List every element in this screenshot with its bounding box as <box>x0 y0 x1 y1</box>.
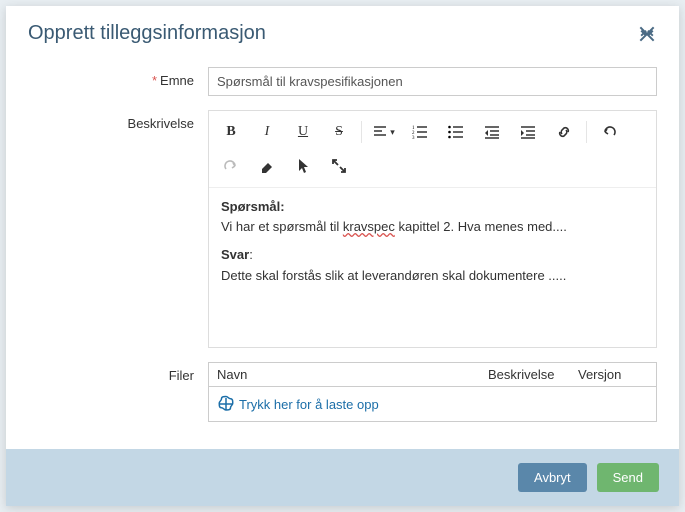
toolbar-separator <box>586 121 587 143</box>
svg-text:3: 3 <box>412 136 415 139</box>
subject-row: *Emne <box>28 67 657 96</box>
indent-button[interactable] <box>510 117 546 147</box>
italic-button[interactable]: I <box>249 117 285 147</box>
fullscreen-button[interactable] <box>321 151 357 181</box>
strike-button[interactable]: S <box>321 117 357 147</box>
answer-text: Dette skal forstås slik at leverandøren … <box>221 267 644 285</box>
description-row: Beskrivelse B I U S ▾ 123 <box>28 110 657 348</box>
col-version: Versjon <box>578 367 648 382</box>
upload-text: Trykk her for å laste opp <box>239 397 379 412</box>
align-button[interactable]: ▾ <box>366 117 402 147</box>
description-label: Beskrivelse <box>28 110 208 131</box>
undo-icon <box>601 124 617 140</box>
modal-header: Opprett tilleggsinformasjon <box>6 6 679 57</box>
link-button[interactable] <box>546 117 582 147</box>
editor-content[interactable]: Spørsmål: Vi har et spørsmål til kravspe… <box>209 187 656 347</box>
upload-button[interactable]: Trykk her for å laste opp <box>209 387 656 421</box>
unordered-list-button[interactable] <box>438 117 474 147</box>
question-text: Vi har et spørsmål til kravspec kapittel… <box>221 218 644 236</box>
files-label: Filer <box>28 362 208 383</box>
outdent-icon <box>484 125 500 139</box>
cancel-button[interactable]: Avbryt <box>518 463 587 492</box>
add-icon <box>217 395 235 413</box>
ordered-list-button[interactable]: 123 <box>402 117 438 147</box>
file-table: Navn Beskrivelse Versjon Trykk her for å… <box>208 362 657 422</box>
col-name: Navn <box>217 367 488 382</box>
unordered-list-icon <box>448 125 464 139</box>
indent-icon <box>520 125 536 139</box>
redo-button[interactable] <box>213 151 249 181</box>
toolbar-separator <box>361 121 362 143</box>
modal-footer: Avbryt Send <box>6 449 679 506</box>
eraser-icon <box>259 159 275 173</box>
rich-text-editor: B I U S ▾ 123 <box>208 110 657 348</box>
files-row: Filer Navn Beskrivelse Versjon Trykk her… <box>28 362 657 422</box>
link-icon <box>556 124 572 140</box>
align-left-icon <box>373 125 389 139</box>
modal-dialog: Opprett tilleggsinformasjon *Emne Beskri… <box>6 6 679 506</box>
file-table-header: Navn Beskrivelse Versjon <box>209 363 656 387</box>
ordered-list-icon: 123 <box>412 125 428 139</box>
expand-icon <box>332 159 346 173</box>
cursor-button[interactable] <box>285 151 321 181</box>
send-button[interactable]: Send <box>597 463 659 492</box>
outdent-button[interactable] <box>474 117 510 147</box>
modal-body: *Emne Beskrivelse B I U S ▾ <box>6 57 679 449</box>
undo-button[interactable] <box>591 117 627 147</box>
modal-title: Opprett tilleggsinformasjon <box>28 22 266 45</box>
question-label: Spørsmål: <box>221 199 285 214</box>
eraser-button[interactable] <box>249 151 285 181</box>
editor-toolbar: B I U S ▾ 123 <box>209 111 656 187</box>
underline-button[interactable]: U <box>285 117 321 147</box>
bold-button[interactable]: B <box>213 117 249 147</box>
required-marker: * <box>152 73 157 88</box>
subject-label: *Emne <box>28 67 208 88</box>
answer-label: Svar <box>221 247 249 262</box>
redo-icon <box>223 158 239 174</box>
subject-input[interactable] <box>208 67 657 96</box>
col-description: Beskrivelse <box>488 367 578 382</box>
close-button[interactable] <box>637 24 657 44</box>
close-icon <box>637 24 657 44</box>
cursor-icon <box>296 158 310 174</box>
